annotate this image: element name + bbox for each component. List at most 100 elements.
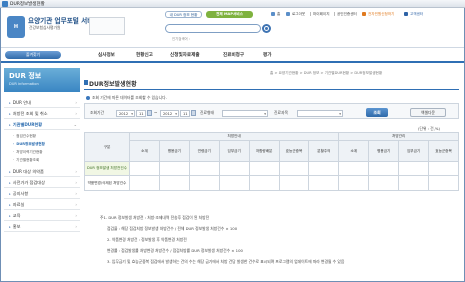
util-customer-center[interactable]: 고객센터 (410, 12, 423, 17)
divider (84, 89, 459, 90)
calendar-icon[interactable] (147, 110, 152, 116)
sidebar-subitem-history[interactable]: 처방이력기관현황 (13, 150, 42, 155)
title-marker-icon (84, 80, 88, 85)
query-button[interactable]: 조회 (366, 108, 388, 117)
to-year-value: 2012 (163, 112, 173, 116)
from-year-select[interactable]: 2012 ▾ (116, 110, 135, 117)
main-nav: 즐겨찾기 심사정보 현황신고 신청및자료제출 진료비청구 평가 (1, 47, 464, 63)
kind-select[interactable]: ▾ (297, 110, 343, 117)
to-month-select[interactable]: 11 (180, 110, 190, 117)
sidebar-item-dur-drugs[interactable]: DUR 대상 의약품 › (4, 167, 80, 177)
nav-item-claims[interactable]: 진료비청구 (223, 52, 244, 58)
util-mypage[interactable]: 마이페이지 (313, 12, 330, 17)
sidebar-item-institution-dur[interactable]: 기관별DUR현황 ⌄ (4, 120, 80, 130)
util-logout[interactable]: 로그아웃 (292, 12, 305, 17)
col-header: 효능군중복 (428, 140, 459, 162)
footnotes: 주1. DUR 정보발생 처방전 : 처방·조제내역 전송후 점검이 된 처방전… (100, 212, 455, 267)
calendar-icon[interactable] (191, 110, 196, 116)
table-cell (158, 161, 190, 176)
from-month-select[interactable]: 11 (136, 110, 146, 117)
sitemap-button[interactable]: 전체 MAP서비스 (206, 11, 253, 18)
chevron-right-icon: › (75, 111, 77, 116)
logo-icon[interactable]: H (7, 16, 25, 38)
sidebar-item-archive[interactable]: 자료실 › (4, 200, 80, 210)
sidebar-subitem-institution-lookup[interactable]: 기관별현황조회 (13, 158, 39, 163)
my-dur-button[interactable]: 내 DUR 정보 현황 (165, 11, 202, 18)
chevron-right-icon: › (75, 169, 77, 174)
table-cell (248, 175, 280, 191)
chevron-right-icon: › (75, 202, 77, 207)
type-select[interactable]: ▾ (222, 110, 268, 117)
table-cell (428, 161, 459, 176)
footnote: 주1. DUR 정보발생 처방전 : 처방·조제내역 전송후 점검이 된 처방전 (100, 215, 210, 220)
info-icon (86, 96, 90, 100)
chevron-right-icon: › (75, 191, 77, 196)
col-header: 임부금기 (218, 140, 250, 162)
table-cell (129, 175, 160, 191)
nav-item-review-info[interactable]: 심사정보 (98, 52, 115, 58)
row-label: DUR 정보발생 처방전건수 (84, 161, 130, 176)
chevron-right-icon: › (75, 180, 77, 185)
util-home[interactable]: 홈 (277, 12, 280, 17)
table-cell (218, 161, 250, 176)
sidebar-subitem-dur-occurrence[interactable]: DUR정보발생현황 (13, 142, 45, 147)
home-icon[interactable] (271, 12, 275, 16)
sidebar-item-label: DUR 대상 의약품 (12, 169, 44, 174)
range-separator: ~ (154, 110, 158, 115)
col-header: 분할주의 (308, 140, 340, 162)
nav-item-evaluation[interactable]: 평가 (263, 52, 271, 58)
search-icon[interactable] (262, 24, 271, 33)
logout-icon[interactable] (286, 12, 290, 16)
complaint-icon[interactable] (362, 12, 366, 16)
divider (310, 12, 311, 16)
sidebar-item-label: 교육 (12, 213, 21, 218)
footnote: 점검율 : 해당 점검처방 정보발생 처방건수 / 전체 DUR 정보발생 처방… (107, 226, 238, 231)
notice-text: 조회 기간에 따른 데이터를 조회할 수 있습니다. (92, 95, 167, 100)
chevron-right-icon: › (75, 100, 77, 105)
chevron-down-icon: ▾ (175, 112, 177, 116)
col-header: 임부금기 (398, 140, 430, 162)
nav-item-status-report[interactable]: 현황신고 (136, 52, 153, 58)
table-cell (129, 161, 160, 176)
sidebar-item-dur-guide[interactable]: DUR 안내 › (4, 98, 80, 108)
chevron-right-icon: › (75, 224, 77, 229)
col-header: 효능군중복 (278, 140, 310, 162)
table-row: DUR 정보발생 처방전건수 (84, 161, 459, 176)
search-input[interactable] (165, 24, 261, 33)
table-cell (428, 175, 459, 191)
sidebar-item-prescription[interactable]: 처방전 조회 및 취소 › (4, 109, 80, 119)
util-cert-center[interactable]: 공인인증센터 (337, 12, 357, 17)
sidebar-subitem-check-count[interactable]: 점검건수현황 (13, 134, 36, 139)
table-cell (278, 161, 310, 176)
window-titlebar: DUR정보발생현황 (0, 0, 465, 8)
col-header: 연령금기 (188, 140, 220, 162)
to-year-select[interactable]: 2012 ▾ (160, 110, 179, 117)
util-complaint[interactable]: 전자민원신청하기 (368, 12, 394, 17)
table-cell (368, 175, 400, 191)
page-title: DUR정보발생현황 (89, 81, 137, 88)
col-group-guide: 처방안내 (128, 132, 340, 141)
excel-download-button[interactable]: 엑셀다운 (410, 108, 446, 117)
table-cell (158, 175, 190, 191)
col-group-manage: 처방관리 (338, 132, 459, 141)
sidebar-item-label: DUR 안내 (12, 100, 32, 105)
sidebar-item-education[interactable]: 교육 › (4, 211, 80, 221)
customer-center-icon[interactable] (404, 12, 408, 16)
table-cell (308, 175, 340, 191)
sidebar-item-precheck[interactable]: 사전가가 점검대상 › (4, 178, 80, 188)
chevron-right-icon: › (75, 213, 77, 218)
nav-item-application[interactable]: 신청및자료제출 (170, 52, 200, 58)
chevron-down-icon: ⌄ (73, 122, 77, 127)
table-cell (338, 175, 370, 191)
occurrence-table: 구분 처방안내 처방관리 소계 병용금기 연령금기 임부금기 저함량배분 효능군… (84, 132, 459, 191)
table-cell (218, 175, 250, 191)
col-header: 저함량배분 (248, 140, 280, 162)
sidebar-item-label: 기관별DUR현황 (12, 122, 43, 127)
sidebar-item-notice[interactable]: 공지사항 › (4, 189, 80, 199)
sidebar-header: DUR 정보 DUR information (4, 68, 80, 92)
sidebar-item-promotion[interactable]: 홍보 › (4, 222, 80, 232)
favorites-button[interactable]: 즐겨찾기 (5, 51, 61, 59)
col-header: 병용금기 (158, 140, 190, 162)
sidebar-title: DUR 정보 (9, 72, 42, 80)
sidebar-item-label: 처방전 조회 및 취소 (12, 111, 48, 116)
